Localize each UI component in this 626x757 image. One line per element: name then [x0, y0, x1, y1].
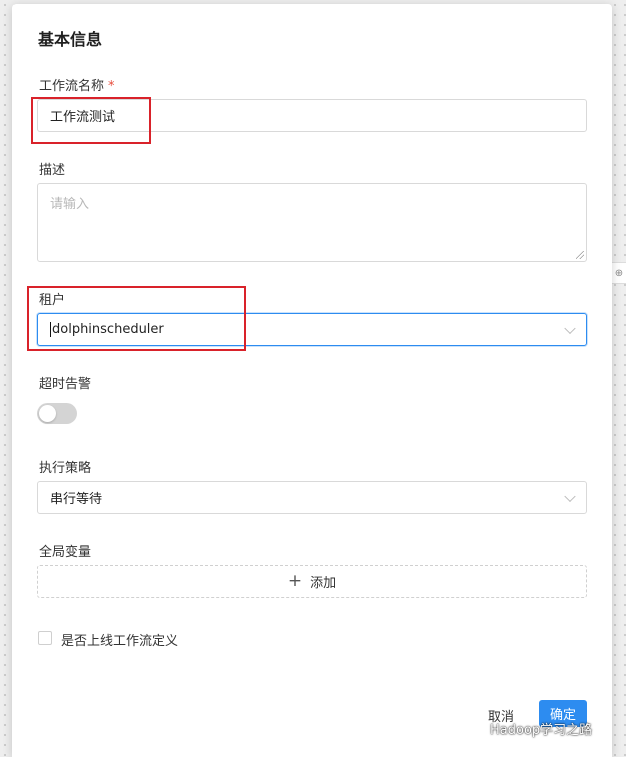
watermark-text: Hadoop学习之路	[490, 723, 593, 738]
description-textarea[interactable]: 请输入	[37, 183, 587, 262]
plus-icon: +	[287, 571, 303, 591]
tenant-select[interactable]: dolphinscheduler	[37, 313, 587, 346]
toggle-knob	[39, 405, 56, 422]
dialog-title: 基本信息	[38, 30, 103, 49]
online-definition-label[interactable]: 是否上线工作流定义	[61, 630, 178, 649]
chevron-down-icon[interactable]	[564, 322, 576, 334]
workflow-name-input[interactable]: 工作流测试	[37, 99, 587, 132]
execution-policy-value: 串行等待	[50, 492, 103, 507]
global-variables-label: 全局变量	[39, 545, 92, 560]
resize-handle-icon[interactable]	[576, 251, 584, 259]
execution-policy-label: 执行策略	[39, 461, 92, 476]
online-definition-checkbox[interactable]	[38, 631, 52, 645]
description-label: 描述	[39, 163, 66, 178]
required-mark: *	[108, 79, 115, 94]
execution-policy-select[interactable]: 串行等待	[37, 481, 587, 514]
workflow-name-value: 工作流测试	[50, 110, 116, 125]
add-label: 添加	[310, 576, 337, 591]
tenant-value: dolphinscheduler	[52, 322, 164, 337]
timeout-alarm-toggle[interactable]	[37, 403, 77, 424]
workflow-name-label: 工作流名称 *	[39, 75, 115, 94]
description-placeholder: 请输入	[50, 197, 90, 212]
tenant-label: 租户	[39, 293, 66, 308]
wechat-icon	[462, 722, 484, 735]
watermark: Hadoop学习之路	[462, 719, 592, 738]
text-caret	[50, 322, 51, 337]
add-global-variable-button[interactable]: + 添加	[37, 565, 587, 598]
basic-info-dialog: 基本信息 工作流名称 * 工作流测试 描述 请输入 租户 dolphinsched…	[12, 4, 612, 757]
workflow-name-label-text: 工作流名称	[39, 79, 105, 94]
canvas-zoom-button[interactable]: ⊕	[611, 262, 626, 284]
chevron-down-icon[interactable]	[564, 490, 576, 502]
timeout-alarm-label: 超时告警	[39, 377, 92, 392]
